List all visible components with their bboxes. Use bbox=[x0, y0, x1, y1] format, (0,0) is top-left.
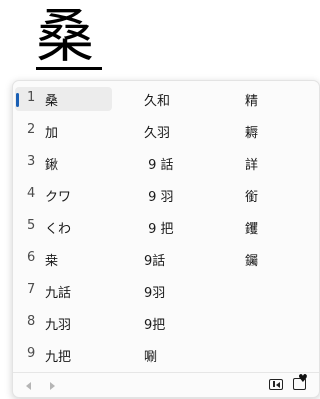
candidate-number: 9 bbox=[27, 346, 36, 361]
candidate-item[interactable]: 耨 bbox=[245, 122, 258, 141]
ime-candidate-window: 1 桑 久和 精 2 加 久羽 耨 3 鍬 9 話 詳 4 クワ 9 羽 銜 5… bbox=[12, 80, 320, 398]
chevron-right-icon[interactable] bbox=[50, 382, 55, 390]
composition-text: 桑 bbox=[36, 2, 95, 70]
candidate-item[interactable]: 9 把 bbox=[144, 218, 173, 237]
candidate-item[interactable]: 9羽 bbox=[144, 282, 165, 301]
candidate-item[interactable]: くわ bbox=[45, 218, 71, 237]
candidate-row[interactable]: 5 くわ 9 把 钁 bbox=[13, 211, 319, 243]
candidate-number: 8 bbox=[27, 314, 36, 329]
candidate-number: 7 bbox=[27, 282, 36, 297]
candidate-list: 1 桑 久和 精 2 加 久羽 耨 3 鍬 9 話 詳 4 クワ 9 羽 銜 5… bbox=[13, 83, 319, 371]
candidate-item[interactable]: 鍬 bbox=[45, 154, 58, 173]
chevron-left-icon[interactable] bbox=[26, 382, 31, 390]
candidate-row[interactable]: 9 九把 唰 bbox=[13, 339, 319, 371]
candidate-item[interactable]: 9話 bbox=[144, 250, 165, 269]
selection-indicator bbox=[16, 93, 19, 107]
candidate-number: 2 bbox=[27, 122, 36, 137]
candidate-item[interactable]: 九羽 bbox=[45, 314, 71, 333]
composition-string: 桑 bbox=[36, 0, 102, 74]
candidate-item[interactable]: 加 bbox=[45, 122, 58, 141]
candidate-item[interactable]: 銜 bbox=[245, 186, 258, 205]
candidate-row[interactable]: 2 加 久羽 耨 bbox=[13, 115, 319, 147]
candidate-row[interactable]: 6 桒 9話 钃 bbox=[13, 243, 319, 275]
candidate-item[interactable]: 9把 bbox=[144, 314, 165, 333]
candidate-item[interactable]: 唰 bbox=[144, 346, 157, 365]
candidate-item[interactable]: 九話 bbox=[45, 282, 71, 301]
candidate-number: 3 bbox=[27, 154, 36, 169]
candidate-item[interactable]: クワ bbox=[45, 186, 71, 205]
candidate-row[interactable]: 7 九話 9羽 bbox=[13, 275, 319, 307]
candidate-item[interactable]: 钁 bbox=[245, 218, 258, 237]
candidate-number: 6 bbox=[27, 250, 36, 265]
candidate-item[interactable]: 精 bbox=[245, 90, 258, 109]
candidate-row[interactable]: 4 クワ 9 羽 銜 bbox=[13, 179, 319, 211]
candidate-row[interactable]: 1 桑 久和 精 bbox=[13, 83, 319, 115]
candidate-item[interactable]: 钃 bbox=[245, 250, 258, 269]
candidate-row[interactable]: 3 鍬 9 話 詳 bbox=[13, 147, 319, 179]
candidate-item[interactable]: 九把 bbox=[45, 346, 71, 365]
candidate-item[interactable]: 桑 bbox=[45, 90, 58, 109]
candidate-item[interactable]: 久羽 bbox=[144, 122, 170, 141]
expand-panel-icon[interactable] bbox=[269, 379, 283, 390]
candidate-item[interactable]: 9 羽 bbox=[144, 186, 173, 205]
candidate-number: 5 bbox=[27, 218, 36, 233]
candidate-footer: ♥ bbox=[13, 372, 319, 399]
candidate-item[interactable]: 詳 bbox=[245, 154, 258, 173]
candidate-item[interactable]: 桒 bbox=[45, 250, 58, 269]
candidate-item[interactable]: 9 話 bbox=[144, 154, 173, 173]
composition-underline bbox=[36, 67, 102, 70]
candidate-item[interactable]: 久和 bbox=[144, 90, 170, 109]
candidate-number: 1 bbox=[27, 90, 36, 105]
favorite-icon[interactable]: ♥ bbox=[293, 373, 308, 390]
candidate-row[interactable]: 8 九羽 9把 bbox=[13, 307, 319, 339]
candidate-number: 4 bbox=[27, 186, 36, 201]
